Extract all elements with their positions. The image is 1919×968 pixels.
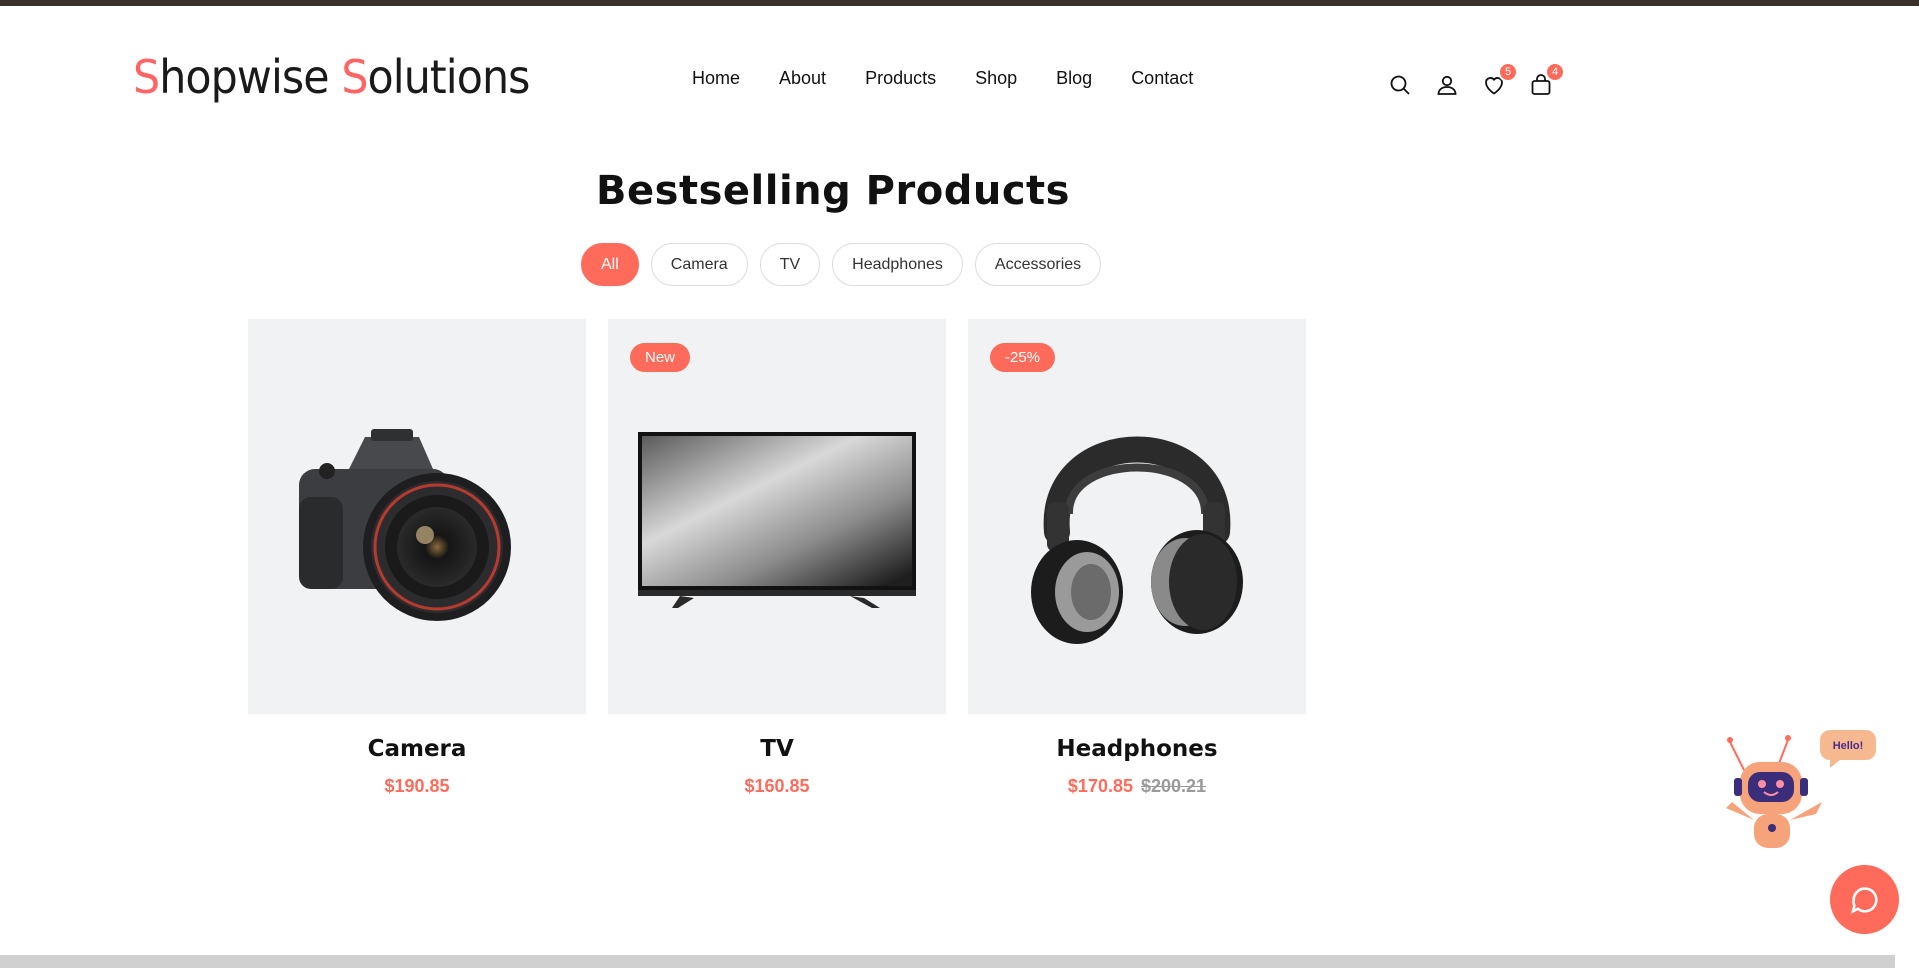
product-price: $190.85 xyxy=(384,776,450,796)
header-icons: 5 4 xyxy=(1385,62,1573,100)
product-prices: $170.85 $200.21 xyxy=(968,776,1306,797)
product-tag-new: New xyxy=(630,343,691,372)
headphones-image xyxy=(1031,436,1243,644)
filter-camera[interactable]: Camera xyxy=(650,243,748,286)
tv-image xyxy=(638,431,916,608)
product-prices: $190.85 xyxy=(248,776,586,797)
product-image-headphones[interactable]: -25% xyxy=(968,319,1306,714)
camera-image xyxy=(299,428,511,621)
product-old-price: $200.21 xyxy=(1141,776,1207,796)
product-price: $160.85 xyxy=(744,776,810,796)
product-price: $170.85 xyxy=(1067,776,1133,796)
site-logo[interactable]: Shopwise Solutions xyxy=(133,50,530,104)
logo-word-2: olutions xyxy=(367,50,531,104)
wishlist-count-badge: 5 xyxy=(1498,62,1518,82)
nav-blog[interactable]: Blog xyxy=(1056,68,1092,89)
nav-products[interactable]: Products xyxy=(865,68,936,89)
chat-bubble-icon xyxy=(1850,886,1878,914)
filter-headphones[interactable]: Headphones xyxy=(832,243,963,286)
nav-home[interactable]: Home xyxy=(692,68,740,89)
site-header: Shopwise Solutions Home About Products S… xyxy=(0,6,1919,150)
heart-icon[interactable]: 5 xyxy=(1479,62,1518,100)
nav-shop[interactable]: Shop xyxy=(975,68,1017,89)
filter-accessories[interactable]: Accessories xyxy=(974,243,1102,286)
product-name[interactable]: Headphones xyxy=(968,736,1306,762)
chat-button[interactable] xyxy=(1830,865,1899,934)
nav-contact[interactable]: Contact xyxy=(1131,68,1193,89)
section-title: Bestselling Products xyxy=(596,168,1070,214)
product-card-tv[interactable]: New TV $160.85 xyxy=(608,319,946,797)
filter-all[interactable]: All xyxy=(581,243,639,286)
search-icon[interactable] xyxy=(1385,70,1415,100)
product-image-camera[interactable] xyxy=(248,319,586,714)
main-nav: Home About Products Shop Blog Contact xyxy=(692,68,1232,89)
product-card-camera[interactable]: Camera $190.85 xyxy=(248,319,586,797)
logo-initial-2: S xyxy=(341,50,368,104)
logo-word-1: hopwise xyxy=(159,50,342,104)
category-filters: All Camera TV Headphones Accessories xyxy=(581,243,1113,286)
product-image-tv[interactable]: New xyxy=(608,319,946,714)
chat-robot-mascot[interactable]: Hello! xyxy=(1718,722,1886,852)
horizontal-scrollbar[interactable] xyxy=(0,955,1919,968)
product-prices: $160.85 xyxy=(608,776,946,797)
product-card-headphones[interactable]: -25% Headphones $170.85 $200.21 xyxy=(968,319,1306,797)
robot-icon: Hello! xyxy=(1726,730,1876,848)
bag-icon[interactable]: 4 xyxy=(1526,62,1565,100)
user-icon[interactable] xyxy=(1432,70,1462,100)
logo-initial-1: S xyxy=(133,50,160,104)
product-tag-discount: -25% xyxy=(990,343,1056,372)
nav-about[interactable]: About xyxy=(779,68,826,89)
product-name[interactable]: TV xyxy=(608,736,946,762)
filter-tv[interactable]: TV xyxy=(759,243,821,286)
cart-count-badge: 4 xyxy=(1545,62,1565,82)
product-name[interactable]: Camera xyxy=(248,736,586,762)
robot-speech-text: Hello! xyxy=(1833,740,1864,752)
